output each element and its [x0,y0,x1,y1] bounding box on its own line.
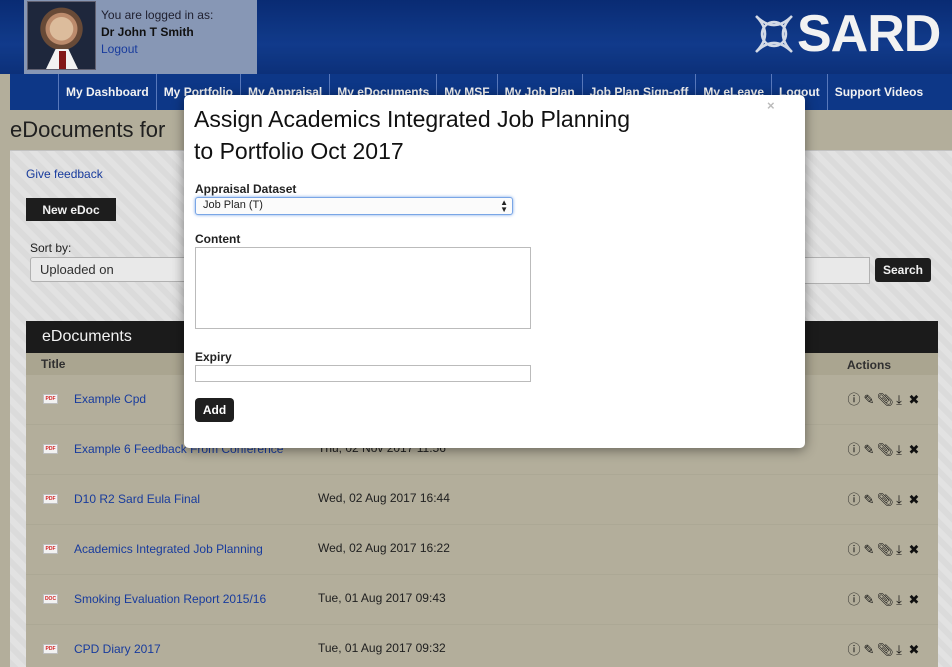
appraisal-dataset-select[interactable]: Job Plan (T) ▲ ▼ [195,197,513,215]
add-button[interactable]: Add [195,398,234,422]
modal-title-line-2: to Portfolio Oct 2017 [194,138,404,164]
content-label: Content [195,232,241,246]
select-arrows-icon: ▲ ▼ [500,198,508,214]
modal-title: Assign Academics Integrated Job Planning… [194,103,694,167]
appraisal-dataset-label: Appraisal Dataset [195,182,297,196]
assign-modal: × Assign Academics Integrated Job Planni… [184,95,805,448]
expiry-label: Expiry [195,350,232,364]
content-textarea[interactable] [195,247,531,329]
modal-title-line-1: Assign Academics Integrated Job Planning [194,106,630,132]
close-icon[interactable]: × [767,98,775,113]
appraisal-dataset-value: Job Plan (T) [203,199,263,211]
expiry-input[interactable] [195,365,531,382]
